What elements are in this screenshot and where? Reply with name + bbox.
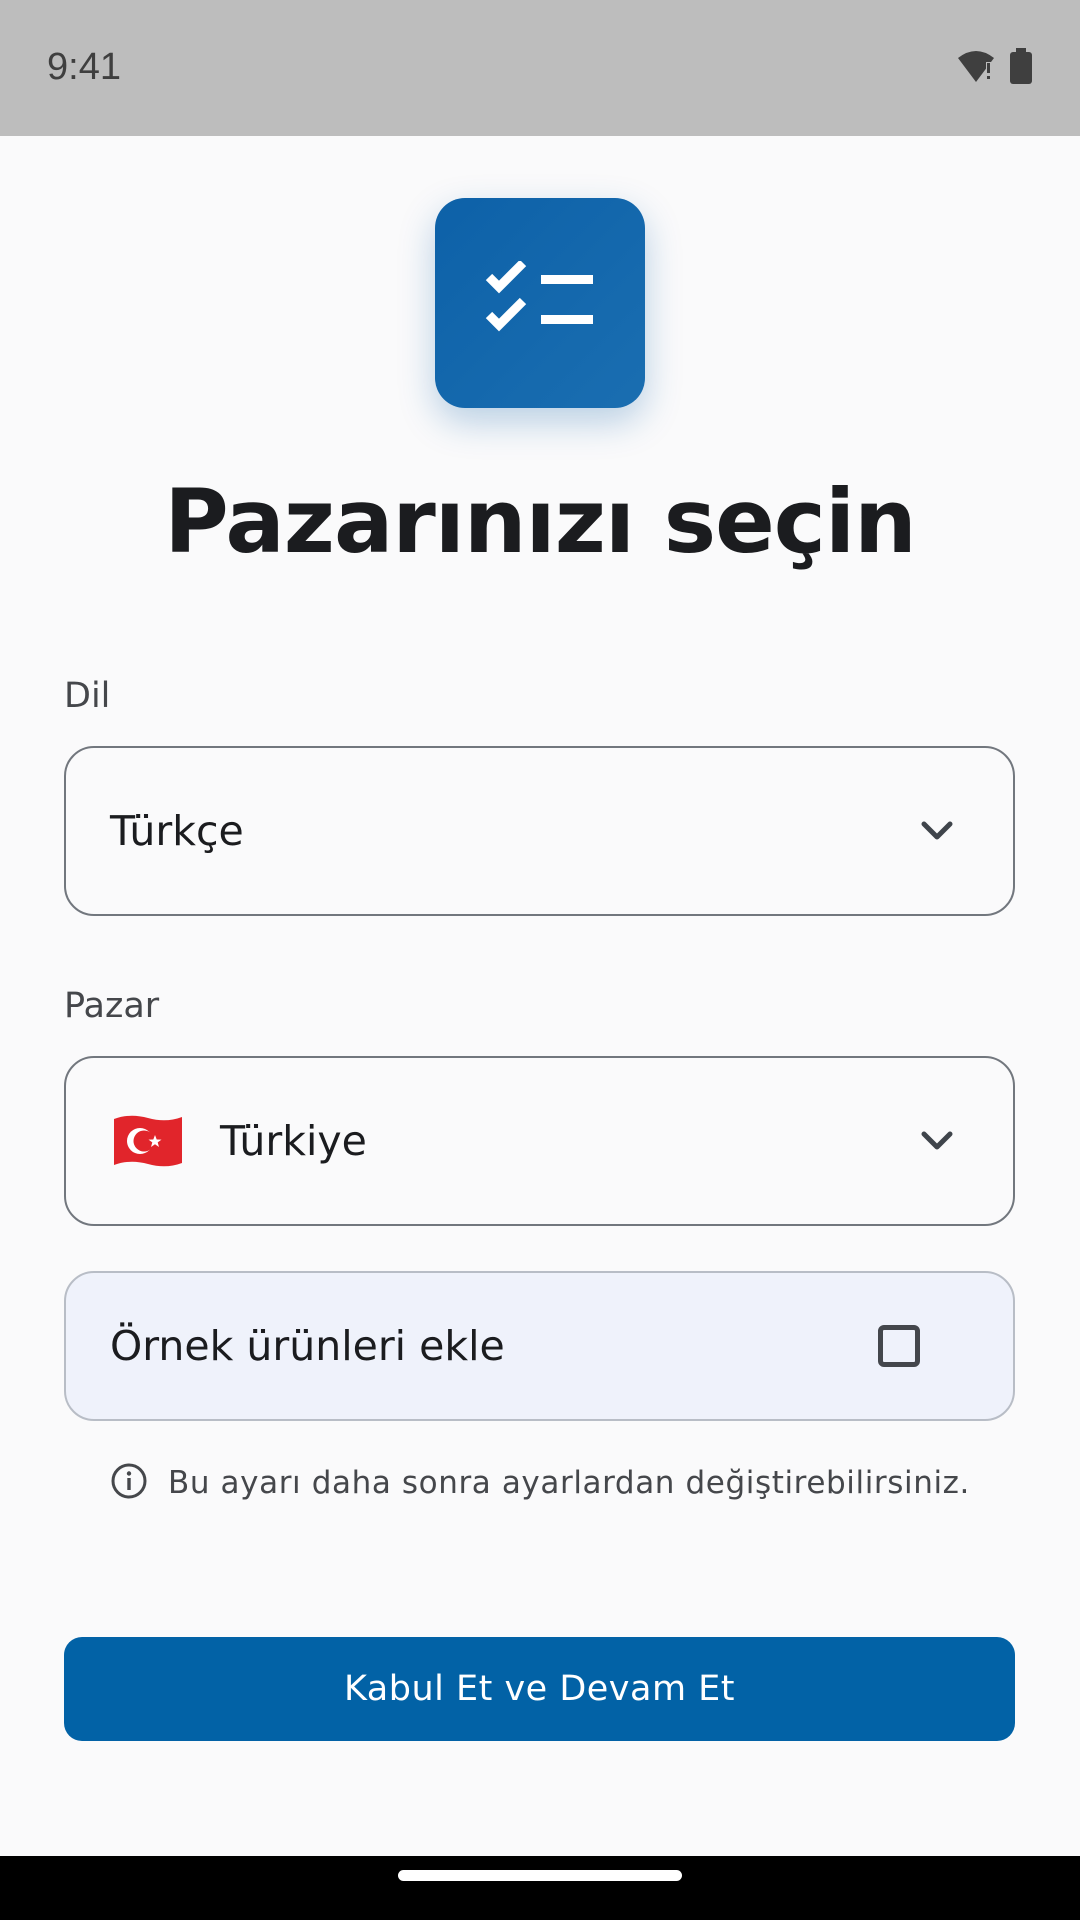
info-text: Bu ayarı daha sonra ayarlardan değiştire… xyxy=(167,1465,971,1501)
battery-icon xyxy=(1010,48,1032,88)
status-time: 9:41 xyxy=(47,46,121,88)
checklist-icon xyxy=(485,259,595,345)
info-note: Bu ayarı daha sonra ayarlardan değiştire… xyxy=(0,1462,1080,1504)
navigation-bar xyxy=(0,1856,1080,1920)
turkey-flag-icon xyxy=(110,1113,186,1169)
home-gesture-handle[interactable] xyxy=(398,1870,682,1881)
wifi-alert-icon xyxy=(956,48,996,88)
market-value: Türkiye xyxy=(220,1117,367,1165)
status-bar: 9:41 xyxy=(0,0,1080,136)
sample-products-checkbox[interactable] xyxy=(878,1325,920,1367)
status-icons xyxy=(956,48,1032,88)
language-value: Türkçe xyxy=(110,807,244,855)
market-select[interactable]: Türkiye xyxy=(64,1056,1015,1226)
chevron-down-icon xyxy=(917,1121,957,1161)
language-select[interactable]: Türkçe xyxy=(64,746,1015,916)
accept-continue-button[interactable]: Kabul Et ve Devam Et xyxy=(64,1637,1015,1741)
info-icon xyxy=(110,1462,148,1504)
language-label: Dil xyxy=(64,676,111,716)
sample-products-label: Örnek ürünleri ekle xyxy=(110,1322,505,1370)
chevron-down-icon xyxy=(917,811,957,851)
app-logo xyxy=(435,198,645,408)
page-title: Pazarınızı seçin xyxy=(164,470,917,573)
market-label: Pazar xyxy=(64,986,160,1026)
sample-products-row[interactable]: Örnek ürünleri ekle xyxy=(64,1271,1015,1421)
